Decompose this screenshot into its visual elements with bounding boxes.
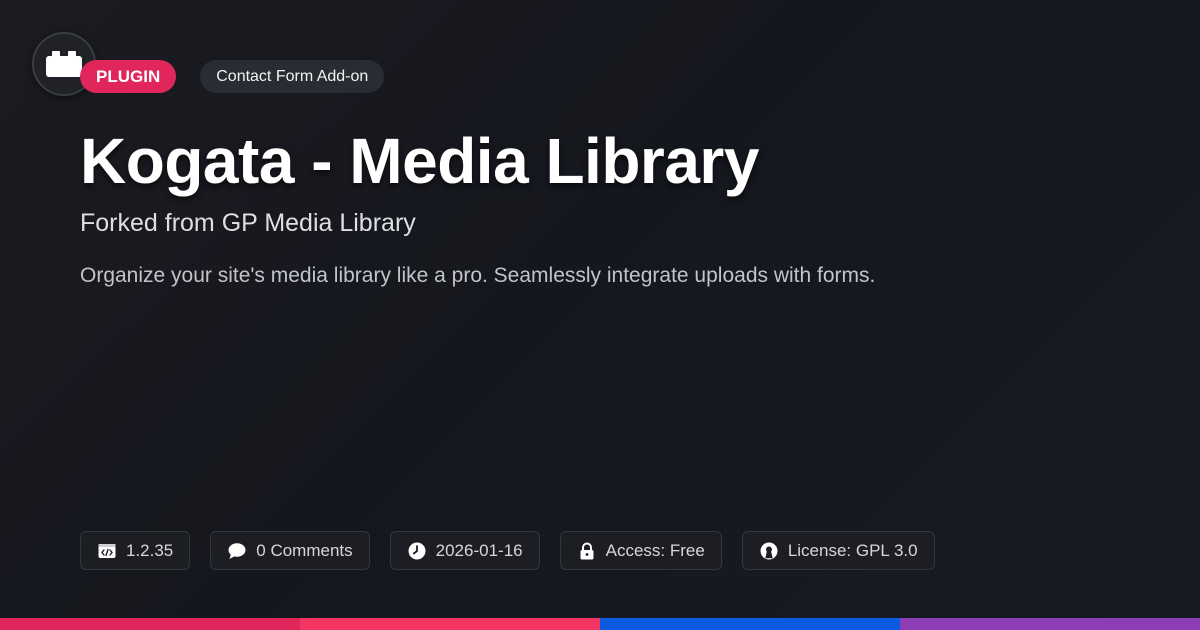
clock-icon [407,541,427,561]
description: Organize your site's media library like … [80,264,876,287]
comment-icon [227,541,247,561]
meta-comments-text: 0 Comments [256,540,353,560]
meta-version: 1.2.35 [80,531,191,570]
code-icon [97,541,117,561]
meta-access-text: Access: Free [605,540,705,560]
page-title: Kogata - Media Library [80,125,759,197]
lock-icon [577,541,597,561]
meta-license-text: License: GPL 3.0 [787,540,918,560]
meta-access: Access: Free [559,531,722,570]
category-badge[interactable]: Contact Form Add-on [200,60,385,93]
badge-row: PLUGIN Contact Form Add-on [80,60,385,93]
color-bar-segment [0,618,300,630]
meta-date-text: 2026-01-16 [435,540,523,560]
brick-icon [46,51,82,77]
meta-date: 2026-01-16 [389,531,540,570]
color-bar-segment [300,618,600,630]
color-bar-segment [900,618,1200,630]
color-bar-segment [600,618,900,630]
meta-license: License: GPL 3.0 [741,531,935,570]
meta-comments[interactable]: 0 Comments [210,531,370,570]
subtitle: Forked from GP Media Library [80,209,416,237]
type-badge[interactable]: PLUGIN [80,60,177,93]
open-source-icon [759,541,779,561]
meta-version-text: 1.2.35 [126,540,174,560]
meta-row: 1.2.35 0 Comments 2026-01-16 Access: Fre… [80,531,935,570]
color-bar [0,618,1200,630]
